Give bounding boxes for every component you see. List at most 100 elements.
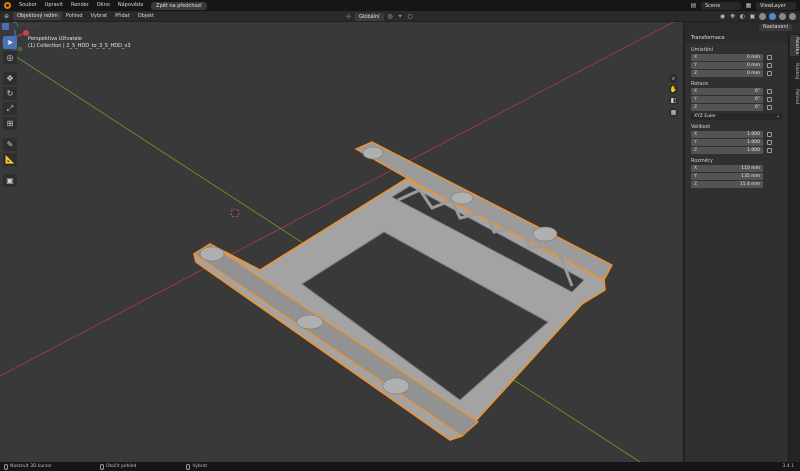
xray-icon[interactable]: ▣ [749, 13, 756, 20]
dimensions-x-row: X 110 mm [691, 165, 788, 172]
rotation-y-field[interactable]: Y 0° [691, 96, 763, 103]
rotation-y-row: Y 0° [691, 96, 788, 103]
measure-tool-icon[interactable]: 📐 [3, 153, 17, 166]
version-label: 3.4.1 [782, 464, 794, 469]
location-y-row: Y0 mm [691, 62, 788, 69]
location-x-field[interactable]: X0 mm [691, 54, 763, 61]
undo-button[interactable]: Zpět na předchozí [151, 1, 207, 10]
scale-y-field[interactable]: Y 1.000 [691, 139, 763, 146]
location-z-field[interactable]: Z0 mm [691, 70, 763, 77]
pivot-icon[interactable]: ◎ [387, 13, 394, 20]
viewlayer-selector[interactable]: ViewLayer [756, 1, 796, 10]
select-extend-icon[interactable] [10, 23, 17, 30]
menu-edit[interactable]: Upravit [41, 0, 67, 11]
menu-object[interactable]: Objekt [134, 13, 158, 19]
transform-section-title[interactable]: Transformace [685, 33, 788, 43]
lock-icon[interactable] [767, 140, 772, 145]
lock-icon[interactable] [767, 63, 772, 68]
visibility-icon[interactable]: ◉ [719, 13, 726, 20]
scene-selector[interactable]: Scene [701, 1, 741, 10]
3d-viewport[interactable]: Perspektiva Uživatele (1) Collection | 2… [0, 22, 683, 462]
menu-select[interactable]: Vybrat [87, 13, 112, 19]
scale-tool-icon[interactable]: ⤢ [3, 102, 17, 115]
menu-help[interactable]: Nápověda [114, 0, 147, 11]
lock-icon[interactable] [767, 97, 772, 102]
projection-toggle-icon[interactable]: ▦ [669, 108, 678, 117]
cursor-tool-icon[interactable]: ◎ [3, 51, 17, 64]
mode-selector[interactable]: Objektový režim [13, 12, 62, 20]
wireframe-shading-icon[interactable] [759, 13, 766, 20]
mouse-middle-icon [100, 463, 104, 470]
rendered-shading-icon[interactable] [789, 13, 796, 20]
select-tool-icon[interactable]: ➤ [3, 36, 17, 49]
select-invert-icon[interactable] [26, 23, 33, 30]
material-shading-icon[interactable] [779, 13, 786, 20]
rotation-label: Rotace [691, 81, 709, 87]
shading-controls: ◉ ✥ ◐ ▣ [719, 11, 796, 22]
rotation-x-field[interactable]: X 0° [691, 88, 763, 95]
select-intersect-icon[interactable] [34, 23, 41, 30]
top-menu-bar: Soubor Upravit Render Okno Nápověda Zpět… [0, 0, 800, 11]
gizmo-toggle-icon[interactable]: ✥ [729, 13, 736, 20]
orientation-selector[interactable]: Globální [355, 12, 384, 21]
scale-z-row: Z 1.000 [691, 147, 788, 154]
tab-view[interactable]: Pohled [790, 87, 799, 106]
annotate-tool-icon[interactable]: ✎ [3, 138, 17, 151]
collection-info-label: (1) Collection | 2_5_HDD_to_3_5_HDD_v3 [28, 43, 131, 49]
scale-y-row: Y 1.000 [691, 139, 788, 146]
menu-window[interactable]: Okno [93, 0, 114, 11]
editor-type-icon[interactable]: ⊕ [3, 13, 10, 20]
status-hint-middle: Otočit pohled [100, 463, 136, 470]
pan-hand-icon[interactable]: ✋ [669, 85, 678, 94]
transform-orientation-group: ⊹ Globální ◎ ⌖ ○ [345, 11, 414, 22]
menu-file[interactable]: Soubor [15, 0, 41, 11]
rotation-mode-select[interactable]: XYZ Euler ⌄ [691, 113, 783, 120]
overlay-icon[interactable]: ◐ [739, 13, 746, 20]
camera-view-icon[interactable]: ◧ [669, 96, 678, 105]
rotation-z-row: Z 0° [691, 104, 788, 111]
viewlayer-icon[interactable]: ▦ [745, 2, 752, 9]
menu-render[interactable]: Render [67, 0, 93, 11]
select-subtract-icon[interactable] [18, 23, 25, 30]
dimensions-z-field[interactable]: Z 11.4 mm [691, 181, 763, 188]
status-bar: Nastavit 3D kurzor Otočit pohled Vybrat … [0, 462, 800, 471]
dimensions-y-row: Y 135 mm [691, 173, 788, 180]
viewport-scene [0, 22, 683, 462]
tab-item[interactable]: Položka [790, 35, 799, 56]
lock-icon[interactable] [767, 55, 772, 60]
lock-icon[interactable] [767, 148, 772, 153]
move-tool-icon[interactable]: ✥ [3, 72, 17, 85]
dimensions-z-row: Z 11.4 mm [691, 181, 788, 188]
options-button[interactable]: Nastavení [758, 24, 792, 31]
blender-logo-icon[interactable] [4, 2, 11, 9]
location-y-field[interactable]: Y0 mm [691, 62, 763, 69]
rotation-x-row: X 0° [691, 88, 788, 95]
selection-mode-row [2, 23, 41, 31]
rotate-tool-icon[interactable]: ↻ [3, 87, 17, 100]
transform-tool-icon[interactable]: ⊞ [3, 117, 17, 130]
lock-icon[interactable] [767, 71, 772, 76]
mouse-right-icon [186, 463, 191, 470]
lock-icon[interactable] [767, 105, 772, 110]
scene-icon[interactable]: ▤ [690, 2, 697, 9]
add-cube-tool-icon[interactable]: ▣ [3, 174, 17, 187]
snap-icon[interactable]: ⌖ [397, 13, 404, 20]
dimensions-y-field[interactable]: Y 135 mm [691, 173, 763, 180]
scale-z-field[interactable]: Z 1.000 [691, 147, 763, 154]
mouse-left-icon [4, 463, 8, 470]
dimensions-x-field[interactable]: X 110 mm [691, 165, 763, 172]
menu-add[interactable]: Přidat [111, 13, 134, 19]
orientation-icon: ⊹ [345, 13, 352, 20]
sidebar-panel: Transformace Umístění X0 mm Y0 mm Z0 mm … [684, 33, 788, 462]
proportional-edit-icon[interactable]: ○ [407, 13, 414, 20]
zoom-icon[interactable]: ⌕ [669, 74, 678, 83]
menu-view[interactable]: Pohled [62, 13, 87, 19]
tab-tool[interactable]: Nástroj [790, 61, 799, 81]
select-new-icon[interactable] [2, 23, 9, 30]
rotation-z-field[interactable]: Z 0° [691, 104, 763, 111]
location-z-row: Z0 mm [691, 70, 788, 77]
scale-x-field[interactable]: X 1.000 [691, 131, 763, 138]
lock-icon[interactable] [767, 132, 772, 137]
lock-icon[interactable] [767, 89, 772, 94]
solid-shading-icon[interactable] [769, 13, 776, 20]
